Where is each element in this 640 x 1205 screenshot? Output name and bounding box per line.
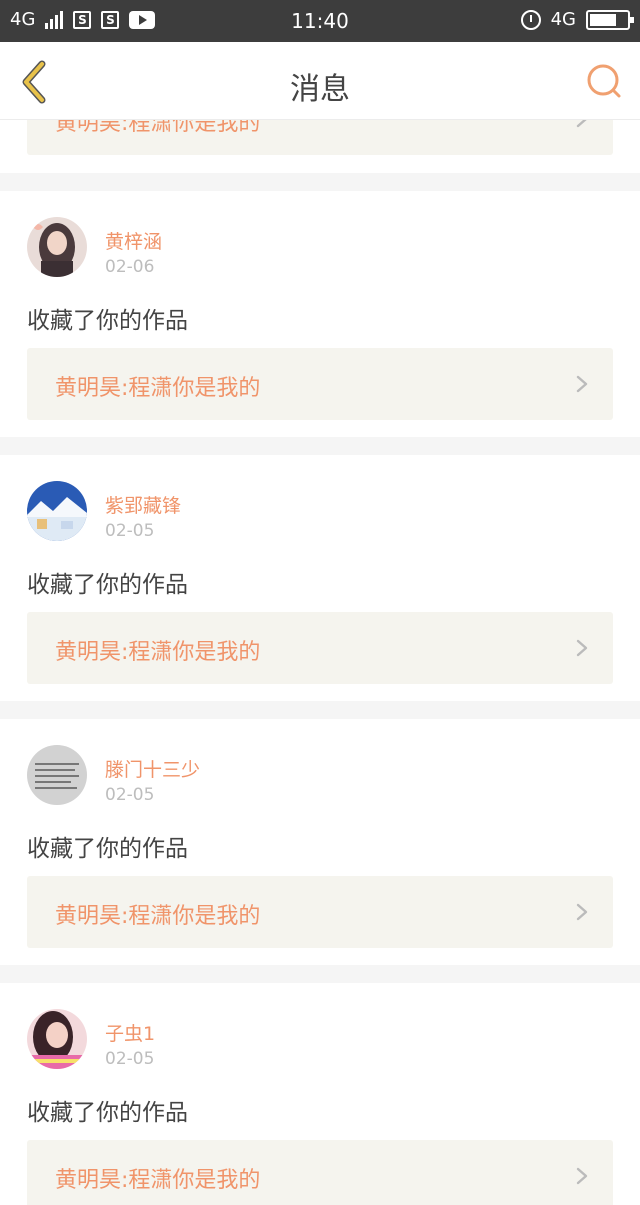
action-text: 收藏了你的作品 [27,836,188,862]
work-link[interactable]: 黄明昊:程潇你是我的 [27,348,613,420]
work-title: 黄明昊:程潇你是我的 [55,1168,261,1193]
action-text: 收藏了你的作品 [27,572,188,598]
message-card: 子虫1 02-05 收藏了你的作品 黄明昊:程潇你是我的 [0,983,640,1205]
work-title: 黄明昊:程潇你是我的 [55,904,261,929]
divider [0,965,640,983]
message-card: 滕门十三少 02-05 收藏了你的作品 黄明昊:程潇你是我的 [0,719,640,965]
message-list: 黄明昊:程潇你是我的 黄梓涵 02-06 收藏了你的作品 黄明昊:程潇你是我的 [0,120,640,1205]
search-icon [587,64,621,98]
chevron-right-icon [576,639,588,657]
battery-icon [586,9,634,30]
avatar[interactable] [27,481,87,541]
divider [0,173,640,191]
message-date: 02-05 [105,1049,155,1069]
status-right: 4G [520,9,634,30]
divider [0,437,640,455]
username[interactable]: 滕门十三少 [105,755,200,782]
username[interactable]: 黄梓涵 [105,227,162,254]
chevron-right-icon [576,1167,588,1185]
alarm-icon [520,9,541,30]
search-button[interactable] [584,60,624,104]
nav-bar: 消息 [0,42,640,120]
message-date: 02-05 [105,785,155,805]
avatar[interactable] [27,217,87,277]
username[interactable]: 子虫1 [105,1019,155,1046]
page-title: 消息 [290,72,350,107]
work-link[interactable]: 黄明昊:程潇你是我的 [27,1140,613,1205]
username[interactable]: 紫郢藏锋 [105,491,181,518]
network-type-label-right: 4G [550,9,576,30]
chevron-right-icon [576,375,588,393]
work-link[interactable]: 黄明昊:程潇你是我的 [27,612,613,684]
work-title: 黄明昊:程潇你是我的 [55,376,261,401]
status-bar: 4G S S 11:40 4G [0,0,640,42]
work-link[interactable]: 黄明昊:程潇你是我的 [27,120,613,155]
chevron-right-icon [576,120,587,128]
message-date: 02-06 [105,257,155,277]
message-card: 黄梓涵 02-06 收藏了你的作品 黄明昊:程潇你是我的 [0,191,640,437]
work-link[interactable]: 黄明昊:程潇你是我的 [27,876,613,948]
message-card: 紫郢藏锋 02-05 收藏了你的作品 黄明昊:程潇你是我的 [0,455,640,701]
work-title: 黄明昊:程潇你是我的 [55,120,261,136]
chevron-right-icon [576,903,588,921]
action-text: 收藏了你的作品 [27,308,188,334]
divider [0,701,640,719]
message-date: 02-05 [105,521,155,541]
avatar[interactable] [27,745,87,805]
avatar[interactable] [27,1009,87,1069]
work-title: 黄明昊:程潇你是我的 [55,640,261,665]
action-text: 收藏了你的作品 [27,1100,188,1126]
message-card-partial: 黄明昊:程潇你是我的 [0,120,640,173]
